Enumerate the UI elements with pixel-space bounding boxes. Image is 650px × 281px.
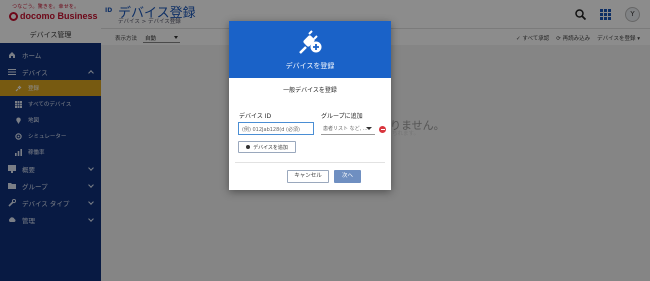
plug-add-icon (297, 28, 323, 60)
next-button[interactable]: 次へ (334, 170, 361, 183)
dialog-subtitle: 一般デバイスを登録 (283, 87, 337, 94)
plus-circle-icon (246, 145, 251, 149)
remove-row-icon[interactable] (379, 126, 386, 133)
register-device-dialog: デバイスを登録 一般デバイスを登録 デバイス ID グループに追加 (例) 01… (229, 21, 391, 190)
device-id-label: デバイス ID (239, 113, 272, 120)
group-label: グループに追加 (321, 113, 363, 120)
group-select[interactable]: 患者リスト など, ... (321, 122, 375, 135)
dialog-divider (235, 162, 385, 163)
group-select-value: 患者リスト など, ... (323, 126, 368, 132)
dialog-title: デバイスを登録 (285, 62, 335, 70)
add-device-label: デバイスを追加 (253, 144, 288, 151)
dialog-header: デバイスを登録 (229, 21, 391, 78)
device-id-input[interactable]: (例) 012Jab128(d (必須) (238, 122, 314, 135)
empty-state-submessage: ちれます。 (392, 131, 419, 137)
add-device-button[interactable]: デバイスを追加 (238, 141, 296, 153)
caret-down-icon (366, 127, 372, 130)
cancel-button[interactable]: キャンセル (287, 170, 329, 183)
